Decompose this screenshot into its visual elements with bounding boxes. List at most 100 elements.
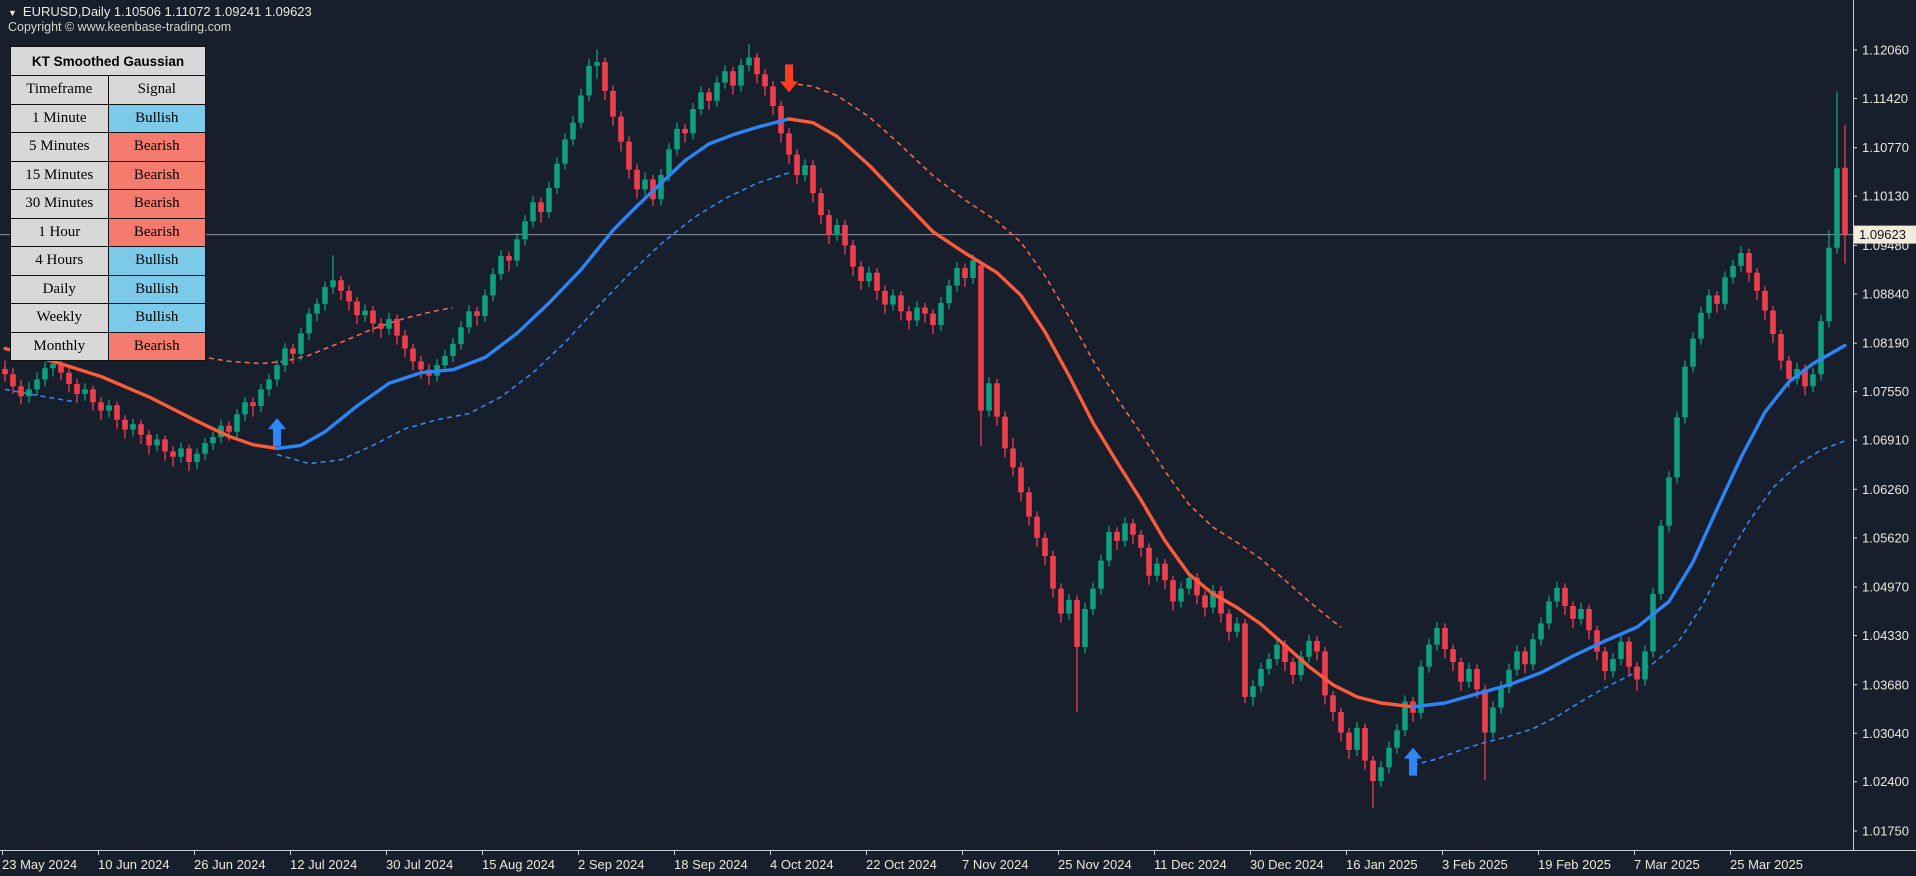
- bearish-down-arrow-icon: [780, 64, 798, 93]
- dashed-bull-line: [1412, 440, 1846, 766]
- bear-candle-body: [1770, 310, 1776, 335]
- price-tick-label: 1.10130: [1862, 189, 1909, 204]
- bear-candle-body: [226, 425, 232, 432]
- bull-candle-body: [282, 348, 288, 366]
- bull-candle-body: [514, 239, 520, 261]
- bull-candle-body: [1650, 593, 1656, 652]
- chart-canvas[interactable]: 1.120601.114201.107701.101301.094801.088…: [0, 0, 1916, 876]
- timeframe-cell: 15 Minutes: [10, 160, 109, 190]
- bear-candle-body: [1290, 662, 1296, 675]
- bear-candle-body: [730, 71, 736, 86]
- bear-candle-body: [706, 92, 712, 101]
- bull-candle-body: [450, 343, 456, 357]
- signal-row: 4 Hours Bullish: [10, 246, 206, 276]
- bear-candle-body: [10, 374, 16, 387]
- bull-candle-body: [314, 303, 320, 314]
- chart-title-bar: ▼ EURUSD,Daily 1.10506 1.11072 1.09241 1.…: [8, 4, 312, 21]
- bull-candle-body: [1098, 560, 1104, 589]
- bear-candle-body: [1034, 516, 1040, 538]
- bear-candle-body: [1754, 272, 1760, 291]
- bull-candle-body: [1434, 627, 1440, 645]
- bear-candle-body: [850, 245, 856, 267]
- panel-header-row: Timeframe Signal: [10, 75, 206, 105]
- kt-smoothed-gaussian-panel: KT Smoothed Gaussian Timeframe Signal 1 Min…: [10, 46, 206, 361]
- bull-candle-body: [386, 318, 392, 329]
- bear-candle-body: [402, 335, 408, 349]
- bear-candle-body: [818, 193, 824, 216]
- bull-candle-body: [1658, 525, 1664, 594]
- bear-candle-body: [338, 280, 344, 291]
- price-axis[interactable]: 1.120601.114201.107701.101301.094801.088…: [1853, 0, 1916, 850]
- price-tick-label: 1.02400: [1862, 774, 1909, 789]
- price-tick-label: 1.10770: [1862, 140, 1909, 155]
- date-tick-label: 3 Feb 2025: [1442, 857, 1508, 872]
- time-axis[interactable]: 23 May 2024 10 Jun 2024 26 Jun 2024 12 Jul …: [0, 850, 1916, 872]
- date-tick-label: 12 Jul 2024: [290, 857, 357, 872]
- price-tick-label: 1.03040: [1862, 726, 1909, 741]
- date-tick-label: 16 Jan 2025: [1346, 857, 1418, 872]
- bear-candle-body: [66, 372, 72, 385]
- bull-candle-body: [594, 62, 600, 66]
- date-tick-label: 7 Nov 2024: [962, 857, 1029, 872]
- bull-candle-body: [1306, 640, 1312, 657]
- signal-row: 15 Minutes Bearish: [10, 160, 206, 190]
- signal-cell: Bullish: [107, 303, 206, 333]
- timeframe-cell: Daily: [10, 274, 109, 304]
- bear-candle-body: [1786, 360, 1792, 379]
- signal-row: 1 Hour Bearish: [10, 217, 206, 247]
- bull-candle-body: [26, 389, 32, 397]
- bull-candle-body: [322, 287, 328, 304]
- bear-candle-body: [346, 290, 352, 302]
- bear-candle-body: [1634, 666, 1640, 680]
- signal-cell: Bullish: [107, 246, 206, 276]
- bear-candle-body: [842, 224, 848, 246]
- bear-candle-body: [1594, 630, 1600, 652]
- bear-candle-body: [634, 169, 640, 190]
- bear-candle-body: [378, 323, 384, 329]
- timeframe-cell: 1 Minute: [10, 103, 109, 133]
- bear-candle-body: [994, 383, 1000, 417]
- bull-candle-body: [834, 224, 840, 235]
- bull-candle-body: [362, 310, 368, 316]
- bear-candle-body: [1570, 606, 1576, 619]
- price-tick-label: 1.04330: [1862, 628, 1909, 643]
- bull-candle-body: [458, 327, 464, 344]
- bull-candle-body: [482, 295, 488, 316]
- bear-candle-body: [418, 361, 424, 370]
- bull-candle-body: [1266, 659, 1272, 669]
- bear-candle-body: [1370, 760, 1376, 781]
- bear-candle-body: [626, 141, 632, 170]
- timeframe-cell: Weekly: [10, 303, 109, 333]
- bull-candle-body: [490, 274, 496, 296]
- bear-candle-body: [474, 311, 480, 316]
- bear-candle-body: [506, 256, 512, 261]
- bear-candle-body: [858, 266, 864, 282]
- bear-candle-body: [794, 154, 800, 175]
- bull-candle-body: [562, 139, 568, 164]
- bull-candle-body: [242, 402, 248, 415]
- bear-candle-body: [1626, 641, 1632, 667]
- price-tick-label: 1.06910: [1862, 433, 1909, 448]
- bear-candle-body: [138, 424, 144, 435]
- bull-candle-body: [698, 92, 704, 110]
- bear-candle-body: [186, 448, 192, 463]
- bull-candle-body: [34, 379, 40, 390]
- bull-candle-body: [1466, 668, 1472, 682]
- copyright-label: Copyright © www.keenbase-trading.com: [8, 20, 232, 34]
- bull-candle-body: [578, 95, 584, 123]
- bull-candle-body: [938, 303, 944, 325]
- date-tick-label: 22 Oct 2024: [866, 857, 937, 872]
- gaussian-ma-line: [3, 117, 1847, 709]
- bull-candle-body: [274, 365, 280, 380]
- bull-candle-body: [954, 268, 960, 286]
- signal-cell: Bearish: [107, 160, 206, 190]
- bull-candle-body: [498, 256, 504, 275]
- date-tick-label: 25 Nov 2024: [1058, 857, 1132, 872]
- bear-candle-body: [898, 295, 904, 312]
- bear-candle-body: [1482, 689, 1488, 733]
- bull-candle-body: [722, 71, 728, 83]
- bull-candle-body: [50, 363, 56, 369]
- bull-candle-body: [1186, 577, 1192, 589]
- bear-candle-body: [122, 419, 128, 430]
- symbol-dropdown-caret[interactable]: ▼: [8, 8, 17, 18]
